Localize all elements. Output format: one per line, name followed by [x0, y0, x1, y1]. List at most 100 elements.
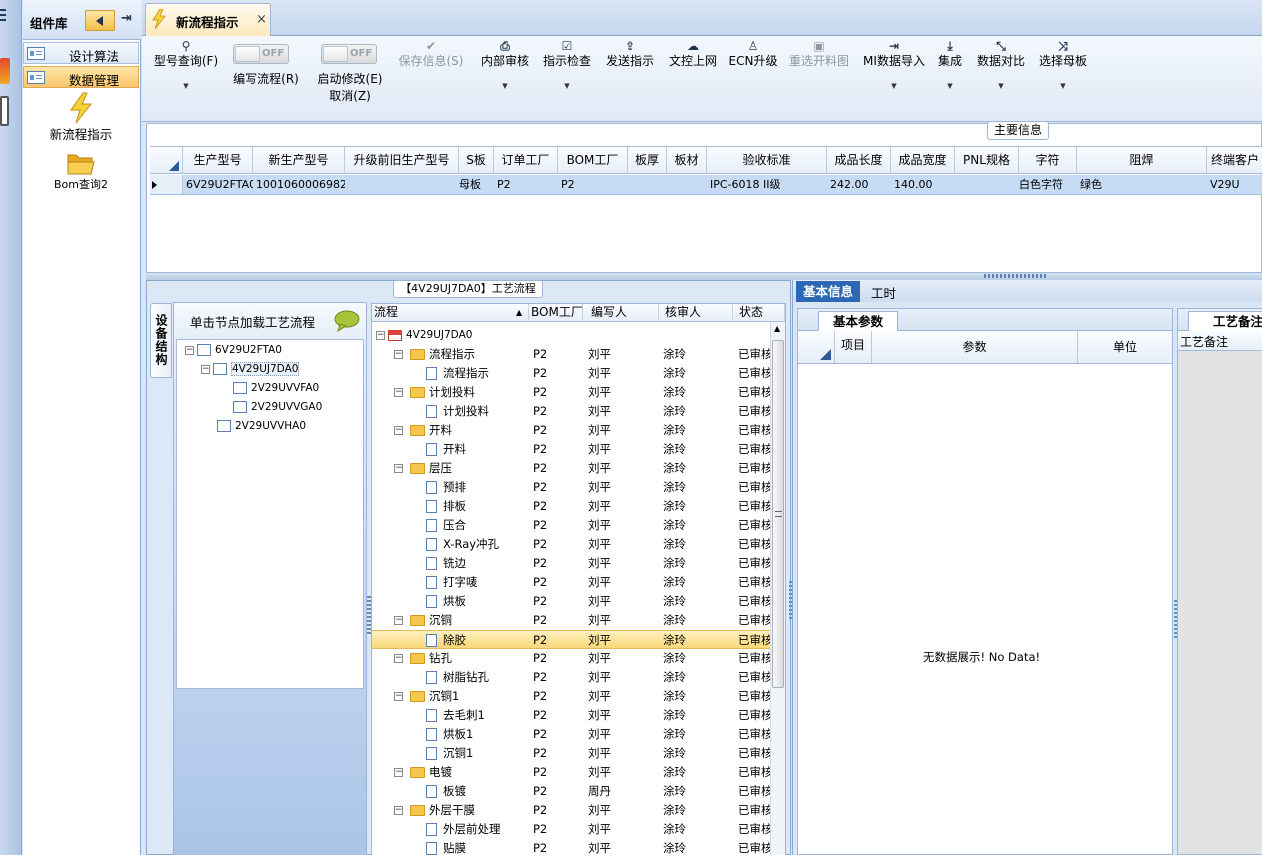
settings-icon[interactable]: [0, 96, 9, 126]
column-header[interactable]: 状态: [733, 304, 785, 322]
table-cell[interactable]: V29U: [1207, 175, 1262, 194]
scroll-up-icon[interactable]: ▲: [774, 324, 780, 333]
table-cell[interactable]: 白色字符: [1016, 175, 1077, 194]
column-header[interactable]: 升级前旧生产型号: [345, 147, 459, 174]
column-header[interactable]: 新生产型号: [253, 147, 345, 174]
table-cell[interactable]: [345, 175, 459, 194]
column-header[interactable]: 流程 ▲: [372, 304, 529, 322]
process-step-row[interactable]: 压合 P2 刘平 涂玲 已审核: [372, 516, 770, 535]
tree-node-selected[interactable]: − 4V29UJ7DA0: [201, 361, 300, 377]
horizontal-splitter[interactable]: [146, 273, 1262, 280]
collapse-icon[interactable]: −: [394, 350, 403, 359]
process-step-row[interactable]: 烘板 P2 刘平 涂玲 已审核: [372, 592, 770, 611]
collapse-icon[interactable]: −: [394, 692, 403, 701]
process-step-row[interactable]: 去毛刺1 P2 刘平 涂玲 已审核: [372, 706, 770, 725]
process-group-row[interactable]: − 流程指示 P2 刘平 涂玲 已审核: [372, 345, 770, 364]
column-header[interactable]: 项目: [835, 331, 872, 363]
save-info-button[interactable]: ✔ 保存信息(S): [395, 38, 467, 69]
tree-node[interactable]: 2V29UVVFA0: [233, 380, 319, 396]
process-step-row[interactable]: 烘板1 P2 刘平 涂玲 已审核: [372, 725, 770, 744]
process-step-row[interactable]: 除胶 P2 刘平 涂玲 已审核: [372, 630, 770, 649]
table-cell[interactable]: P2: [494, 175, 558, 194]
column-header[interactable]: 单位: [1078, 331, 1172, 363]
table-cell[interactable]: 6V29U2FTA0: [183, 175, 253, 194]
column-header[interactable]: 板材: [667, 147, 707, 174]
collapse-icon[interactable]: −: [394, 806, 403, 815]
column-header[interactable]: BOM工厂: [558, 147, 628, 174]
process-group-row[interactable]: − 外层干膜 P2 刘平 涂玲 已审核: [372, 801, 770, 820]
tab-process-remark[interactable]: 工艺备注: [1188, 311, 1262, 331]
model-query-button[interactable]: ⚲ 型号查询(F) ▼: [151, 38, 221, 91]
table-cell[interactable]: 140.00: [891, 175, 955, 194]
send-instruction-button[interactable]: ⇪ 发送指示: [602, 38, 658, 69]
collapse-button[interactable]: [85, 10, 115, 31]
table-cell[interactable]: P2: [558, 175, 628, 194]
nav-design-algorithm[interactable]: 设计算法: [23, 42, 139, 64]
item-bom-query[interactable]: Bom查询2: [23, 150, 139, 198]
process-root-row[interactable]: − 4V29UJ7DA0: [372, 326, 770, 345]
process-step-row[interactable]: 打字唛 P2 刘平 涂玲 已审核: [372, 573, 770, 592]
chevron-down-icon[interactable]: ▼: [539, 81, 595, 91]
integrate-button[interactable]: ⤓ 集成 ▼: [934, 38, 966, 91]
column-header[interactable]: 生产型号: [183, 147, 253, 174]
table-cell[interactable]: 242.00: [827, 175, 891, 194]
column-header[interactable]: 阻焊: [1077, 147, 1207, 174]
column-header[interactable]: 编写人: [583, 304, 659, 322]
toggle-switch[interactable]: OFF: [233, 44, 289, 64]
reselect-cut-chart-button[interactable]: ▣ 重选开料图: [786, 38, 852, 69]
tab-new-flow[interactable]: 新流程指示 ×: [145, 3, 271, 36]
sign-in-icon[interactable]: ⇥: [121, 11, 132, 26]
tree-node[interactable]: 2V29UVVGA0: [233, 399, 322, 415]
column-header[interactable]: PNL规格: [955, 147, 1019, 174]
column-header[interactable]: 成品长度: [827, 147, 891, 174]
process-step-row[interactable]: 沉铜1 P2 刘平 涂玲 已审核: [372, 744, 770, 763]
column-header[interactable]: 板厚: [628, 147, 667, 174]
column-header[interactable]: 参数: [872, 331, 1078, 363]
process-step-row[interactable]: 外层前处理 P2 刘平 涂玲 已审核: [372, 820, 770, 839]
tree-node[interactable]: 2V29UVVHA0: [217, 418, 306, 434]
chevron-down-icon[interactable]: ▼: [477, 81, 533, 91]
app-icon[interactable]: [0, 58, 10, 84]
menu-icon[interactable]: [0, 9, 6, 23]
column-header[interactable]: 核审人: [659, 304, 733, 322]
process-group-row[interactable]: − 钻孔 P2 刘平 涂玲 已审核: [372, 649, 770, 668]
collapse-icon[interactable]: −: [394, 616, 403, 625]
table-cell[interactable]: [667, 175, 707, 194]
collapse-icon[interactable]: −: [394, 464, 403, 473]
collapse-icon[interactable]: −: [185, 345, 194, 355]
process-step-row[interactable]: 排板 P2 刘平 涂玲 已审核: [372, 497, 770, 516]
table-cell[interactable]: 母板: [456, 175, 494, 194]
process-step-row[interactable]: 预排 P2 刘平 涂玲 已审核: [372, 478, 770, 497]
column-header[interactable]: 订单工厂: [494, 147, 558, 174]
collapse-icon[interactable]: −: [394, 426, 403, 435]
chevron-down-icon[interactable]: ▼: [151, 81, 221, 91]
select-mother-board-button[interactable]: ⤨ 选择母板 ▼: [1037, 38, 1089, 91]
table-cell[interactable]: IPC-6018 II级: [707, 175, 827, 194]
tree-node[interactable]: − 6V29U2FTA0: [185, 342, 282, 358]
table-cell[interactable]: 绿色: [1077, 175, 1207, 194]
doc-control-online-button[interactable]: ☁ 文控上网: [665, 38, 721, 69]
mi-import-button[interactable]: ⇥ MI数据导入 ▼: [860, 38, 928, 91]
vertical-scrollbar[interactable]: ▲: [770, 322, 785, 855]
process-group-row[interactable]: − 计划投料 P2 刘平 涂玲 已审核: [372, 383, 770, 402]
process-step-row[interactable]: 铣边 P2 刘平 涂玲 已审核: [372, 554, 770, 573]
toggle-switch[interactable]: OFF: [321, 44, 377, 64]
cancel-label[interactable]: 取消(Z): [312, 89, 388, 104]
collapse-icon[interactable]: −: [394, 768, 403, 777]
collapse-icon[interactable]: −: [376, 330, 385, 340]
process-group-row[interactable]: − 层压 P2 刘平 涂玲 已审核: [372, 459, 770, 478]
process-step-row[interactable]: 流程指示 P2 刘平 涂玲 已审核: [372, 364, 770, 383]
process-step-row[interactable]: 树脂钻孔 P2 刘平 涂玲 已审核: [372, 668, 770, 687]
column-header[interactable]: 终端客户: [1207, 147, 1262, 174]
process-step-row[interactable]: X-Ray冲孔 P2 刘平 涂玲 已审核: [372, 535, 770, 554]
process-step-row[interactable]: 贴膜 P2 刘平 涂玲 已审核: [372, 839, 770, 855]
process-step-row[interactable]: 开料 P2 刘平 涂玲 已审核: [372, 440, 770, 459]
process-group-row[interactable]: − 沉铜 P2 刘平 涂玲 已审核: [372, 611, 770, 630]
item-new-flow[interactable]: 新流程指示: [23, 92, 139, 144]
chevron-down-icon[interactable]: ▼: [1037, 81, 1089, 91]
nav-data-management[interactable]: 数据管理: [23, 66, 139, 88]
table-row[interactable]: 6V29U2FTA0 10010600069828 母板 P2 P2 IPC-6…: [150, 175, 1262, 195]
chevron-down-icon[interactable]: ▼: [975, 81, 1027, 91]
data-compare-button[interactable]: ⤡ 数据对比 ▼: [975, 38, 1027, 91]
table-cell[interactable]: [628, 175, 667, 194]
